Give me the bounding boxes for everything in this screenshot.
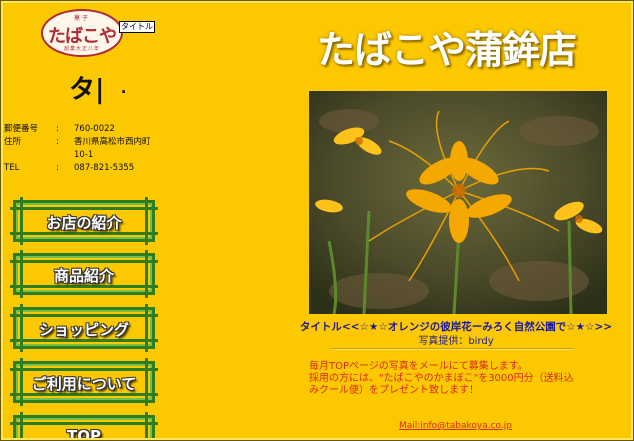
shop-kanji: タ| xyxy=(69,75,105,105)
nav-shop-intro-label: お店の紹介 xyxy=(46,214,122,232)
nav-products-button[interactable]: 商品紹介 xyxy=(10,250,158,298)
spider-lily-image xyxy=(309,91,607,314)
address-sep: : xyxy=(56,137,59,147)
nav-top-label: TOP xyxy=(67,427,101,441)
shop-dot: . xyxy=(121,81,127,97)
mail-link[interactable]: Mail:info@tabakoya.co.jp xyxy=(399,421,512,431)
logo-bottom-text: 創業大正八年 xyxy=(63,46,100,52)
postal-value: 760-0022 xyxy=(74,124,115,134)
nav-top-button[interactable]: TOP xyxy=(10,412,158,441)
postal-label: 郵便番号 xyxy=(4,124,39,134)
divider xyxy=(331,348,573,350)
tel-value: 087-821-5355 xyxy=(74,163,135,173)
nav-products-label: 商品紹介 xyxy=(53,267,114,285)
nav-shopping-button[interactable]: ショッピング xyxy=(10,304,158,352)
nav-shopping-label: ショッピング xyxy=(38,321,129,339)
notice-line-2: 採用の方には、"たばこやのかまぼこ"を3000円分（送料込 xyxy=(309,373,574,384)
logo-title-badge: タイトル xyxy=(119,21,155,33)
address-line1: 香川県高松市西内町 xyxy=(74,137,151,147)
photo-credit: 写真提供：birdy xyxy=(418,336,494,347)
tel-label: TEL xyxy=(4,163,20,173)
photo-notice: 毎月TOPページの写真をメールにて募集します。 採用の方には、"たばこやのかまぼ… xyxy=(309,361,629,397)
flower-photo xyxy=(309,91,607,314)
nav-shop-intro-button[interactable]: お店の紹介 xyxy=(10,197,158,245)
logo-top-text: 菓子 xyxy=(73,15,90,22)
address-label: 住所 xyxy=(4,137,22,147)
page: 菓子 たばこや 創業大正八年 タイトル タ| . 郵便番号 : 760-0022… xyxy=(0,0,634,441)
nav-usage-button[interactable]: ご利用について xyxy=(10,358,158,406)
postal-sep: : xyxy=(56,124,59,134)
address-line2: 10-1 xyxy=(74,150,94,160)
shop-logo[interactable]: 菓子 たばこや 創業大正八年 xyxy=(41,9,123,57)
nav-usage-label: ご利用について xyxy=(31,375,137,393)
notice-line-3: みクール便）をプレゼント致します！ xyxy=(309,385,479,396)
tel-sep: : xyxy=(56,163,59,173)
notice-line-1: 毎月TOPページの写真をメールにて募集します。 xyxy=(309,361,528,372)
page-title: たばこや蒲鉾店 xyxy=(317,27,577,72)
